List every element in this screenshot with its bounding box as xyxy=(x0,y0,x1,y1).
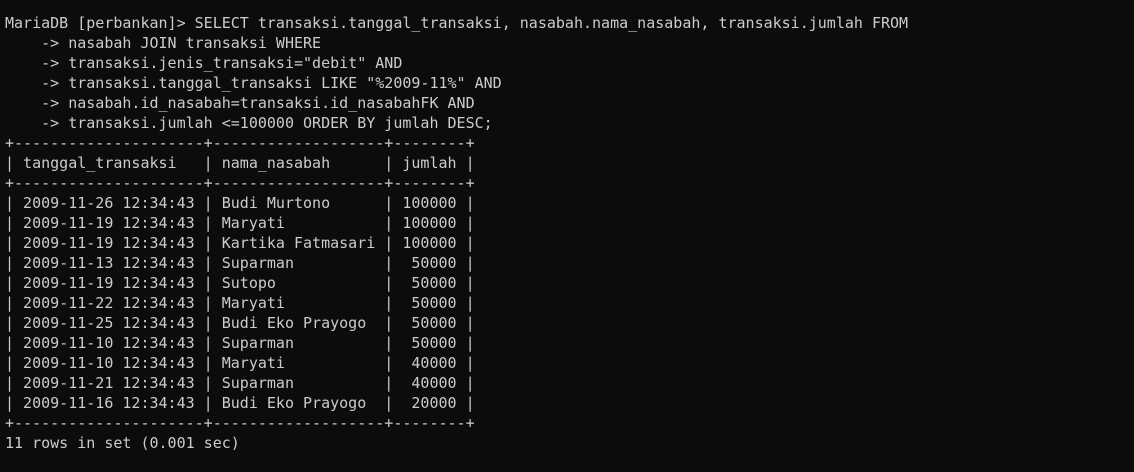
table-header: | tanggal_transaksi | nama_nasabah | jum… xyxy=(5,154,475,172)
query-line-1: MariaDB [perbankan]> SELECT transaksi.ta… xyxy=(5,13,1134,33)
table-row: | 2009-11-13 12:34:43 | Suparman | 50000… xyxy=(5,254,475,272)
query-text-1: SELECT transaksi.tanggal_transaksi, nasa… xyxy=(194,14,909,32)
table-row: | 2009-11-19 12:34:43 | Sutopo | 50000 | xyxy=(5,274,475,292)
table-row: | 2009-11-19 12:34:43 | Maryati | 100000… xyxy=(5,214,475,232)
query-line-2: -> nasabah JOIN transaksi WHERE xyxy=(5,34,322,52)
table-border-bottom: +---------------------+-----------------… xyxy=(5,414,475,432)
table-row: | 2009-11-22 12:34:43 | Maryati | 50000 … xyxy=(5,294,475,312)
table-row: | 2009-11-10 12:34:43 | Suparman | 50000… xyxy=(5,334,475,352)
table-row: | 2009-11-16 12:34:43 | Budi Eko Prayogo… xyxy=(5,394,475,412)
table-border-header: +---------------------+-----------------… xyxy=(5,174,475,192)
table-row: | 2009-11-26 12:34:43 | Budi Murtono | 1… xyxy=(5,194,475,212)
result-summary: 11 rows in set (0.001 sec) xyxy=(5,434,240,452)
terminal-window[interactable]: MariaDB [perbankan]> SELECT transaksi.ta… xyxy=(0,0,1134,472)
table-row: | 2009-11-25 12:34:43 | Budi Eko Prayogo… xyxy=(5,314,475,332)
table-row: | 2009-11-19 12:34:43 | Kartika Fatmasar… xyxy=(5,234,475,252)
table-row: | 2009-11-21 12:34:43 | Suparman | 40000… xyxy=(5,374,475,392)
query-line-3: -> transaksi.jenis_transaksi="debit" AND xyxy=(5,54,403,72)
query-line-4: -> transaksi.tanggal_transaksi LIKE "%20… xyxy=(5,74,502,92)
table-row: | 2009-11-10 12:34:43 | Maryati | 40000 … xyxy=(5,354,475,372)
mysql-prompt: MariaDB [perbankan]> xyxy=(5,14,195,32)
table-border-top: +---------------------+-----------------… xyxy=(5,134,475,152)
query-line-6: -> transaksi.jumlah <=100000 ORDER BY ju… xyxy=(5,114,493,132)
query-line-5: -> nasabah.id_nasabah=transaksi.id_nasab… xyxy=(5,94,475,112)
